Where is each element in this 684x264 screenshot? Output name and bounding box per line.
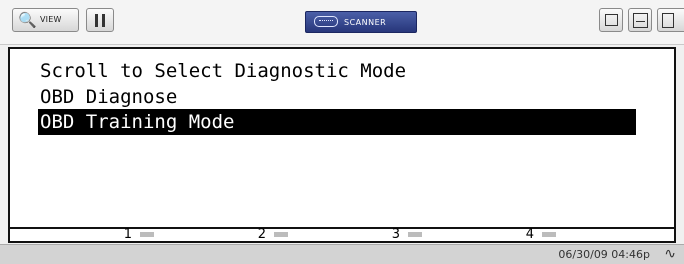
softkey-flag-icon: [274, 232, 288, 237]
view-button[interactable]: 🔍 VIEW: [12, 8, 79, 32]
softkey-4-label: 4: [525, 227, 534, 242]
window-icon: [605, 14, 618, 26]
softkey-bar: 1 2 3 4: [8, 228, 676, 243]
softkey-3[interactable]: 3: [388, 228, 422, 242]
window-button[interactable]: [599, 8, 623, 32]
pause-icon: [95, 14, 98, 27]
softkey-1[interactable]: 1: [120, 228, 154, 242]
diagnostic-mode-panel: Scroll to Select Diagnostic Mode OBD Dia…: [8, 47, 676, 229]
softkey-4[interactable]: 4: [522, 228, 556, 242]
device-screen: 🔍 VIEW SCANNER Scroll to Select Diagnost…: [0, 0, 684, 264]
pause-button[interactable]: [86, 8, 114, 32]
connector-icon: [314, 16, 338, 27]
datetime-readout: 06/30/09 04:46p: [558, 248, 650, 261]
view-button-label: VIEW: [40, 15, 62, 24]
binoculars-icon: 🔍: [18, 11, 37, 29]
print-button[interactable]: [628, 8, 652, 32]
status-bar: 06/30/09 04:46p ∿: [0, 244, 684, 264]
printer-icon: [633, 13, 648, 28]
save-button[interactable]: [657, 8, 684, 32]
softkey-flag-icon: [140, 232, 154, 237]
menu-item-obd-training-mode[interactable]: OBD Training Mode: [40, 110, 234, 134]
softkey-flag-icon: [542, 232, 556, 237]
top-toolbar: 🔍 VIEW SCANNER: [0, 0, 684, 45]
menu-heading: Scroll to Select Diagnostic Mode: [40, 60, 407, 82]
scanner-label: SCANNER: [344, 18, 387, 27]
softkey-2[interactable]: 2: [254, 228, 288, 242]
signal-icon: ∿: [664, 246, 676, 262]
softkey-3-label: 3: [391, 227, 400, 242]
scanner-badge: SCANNER: [305, 11, 417, 33]
menu-item-obd-diagnose[interactable]: OBD Diagnose: [40, 85, 177, 109]
softkey-1-label: 1: [123, 227, 132, 242]
document-icon: [662, 13, 674, 28]
softkey-flag-icon: [408, 232, 422, 237]
softkey-2-label: 2: [257, 227, 266, 242]
